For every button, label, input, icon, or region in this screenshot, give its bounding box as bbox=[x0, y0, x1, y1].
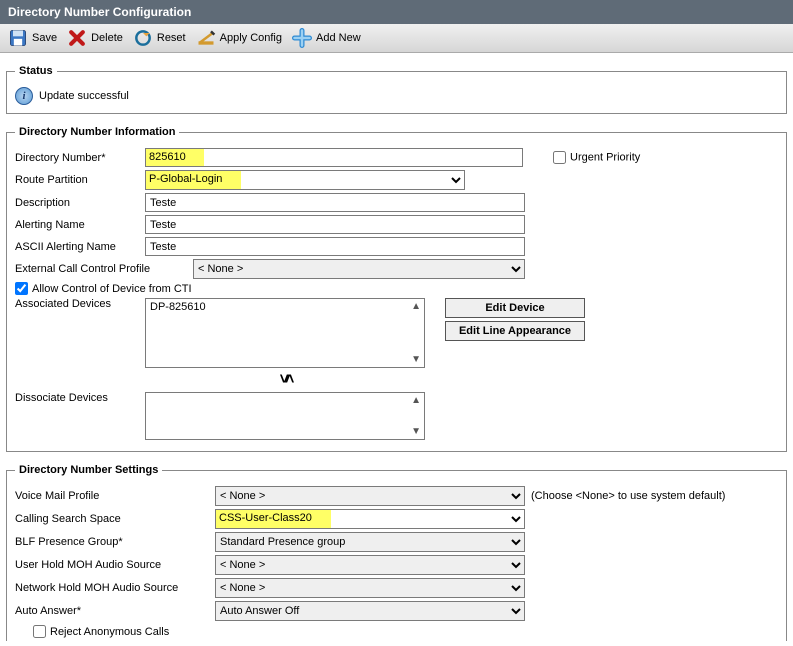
route-partition-label: Route Partition bbox=[15, 174, 145, 186]
alerting-name-input[interactable] bbox=[145, 215, 525, 234]
dissociate-devices-list[interactable]: ▲ ▼ bbox=[145, 392, 425, 440]
associated-devices-label: Associated Devices bbox=[15, 298, 145, 310]
add-new-button[interactable]: Add New bbox=[292, 28, 361, 48]
css-select[interactable] bbox=[215, 509, 525, 529]
edit-device-button[interactable]: Edit Device bbox=[445, 298, 585, 318]
edit-line-appearance-button[interactable]: Edit Line Appearance bbox=[445, 321, 585, 341]
scroll-up-icon[interactable]: ▲ bbox=[411, 395, 421, 406]
vm-profile-label: Voice Mail Profile bbox=[15, 490, 215, 502]
toolbar: Save Delete Reset Apply Config Add New bbox=[0, 24, 793, 53]
blf-select[interactable]: Standard Presence group bbox=[215, 532, 525, 552]
css-label: Calling Search Space bbox=[15, 513, 215, 525]
auto-answer-label: Auto Answer* bbox=[15, 605, 215, 617]
net-hold-select[interactable]: < None > bbox=[215, 578, 525, 598]
info-icon: i bbox=[15, 87, 33, 105]
status-legend: Status bbox=[15, 65, 57, 77]
blf-label: BLF Presence Group* bbox=[15, 536, 215, 548]
dn-settings-legend: Directory Number Settings bbox=[15, 464, 162, 476]
vm-profile-hint: (Choose <None> to use system default) bbox=[531, 490, 725, 502]
net-hold-label: Network Hold MOH Audio Source bbox=[15, 582, 215, 594]
allow-cti-label: Allow Control of Device from CTI bbox=[32, 283, 192, 295]
scroll-up-icon[interactable]: ▲ bbox=[411, 301, 421, 312]
auto-answer-select[interactable]: Auto Answer Off bbox=[215, 601, 525, 621]
apply-icon bbox=[196, 28, 216, 48]
urgent-priority-checkbox[interactable] bbox=[553, 151, 566, 164]
scroll-down-icon[interactable]: ▼ bbox=[411, 426, 421, 437]
vm-profile-select[interactable]: < None > bbox=[215, 486, 525, 506]
dn-settings-section: Directory Number Settings Voice Mail Pro… bbox=[6, 464, 787, 641]
ascii-alerting-input[interactable] bbox=[145, 237, 525, 256]
status-message: Update successful bbox=[39, 90, 129, 102]
user-hold-select[interactable]: < None > bbox=[215, 555, 525, 575]
description-input[interactable] bbox=[145, 193, 525, 212]
page-title: Directory Number Configuration bbox=[0, 0, 793, 24]
save-icon bbox=[8, 28, 28, 48]
alerting-name-label: Alerting Name bbox=[15, 219, 145, 231]
reset-icon bbox=[133, 28, 153, 48]
dissociate-devices-label: Dissociate Devices bbox=[15, 392, 145, 404]
move-arrows[interactable]: ˅˄ bbox=[145, 371, 425, 389]
reject-anonymous-checkbox[interactable] bbox=[33, 625, 46, 638]
status-section: Status i Update successful bbox=[6, 65, 787, 114]
delete-button[interactable]: Delete bbox=[67, 28, 123, 48]
reject-anonymous-label: Reject Anonymous Calls bbox=[50, 626, 169, 638]
route-partition-select[interactable] bbox=[145, 170, 465, 190]
reset-button[interactable]: Reset bbox=[133, 28, 186, 48]
allow-cti-checkbox[interactable] bbox=[15, 282, 28, 295]
associated-devices-list[interactable]: DP-825610 ▲ ▼ bbox=[145, 298, 425, 368]
dn-info-section: Directory Number Information Directory N… bbox=[6, 126, 787, 452]
delete-icon bbox=[67, 28, 87, 48]
dn-info-legend: Directory Number Information bbox=[15, 126, 179, 138]
add-icon bbox=[292, 28, 312, 48]
apply-config-button[interactable]: Apply Config bbox=[196, 28, 282, 48]
ascii-alerting-label: ASCII Alerting Name bbox=[15, 241, 145, 253]
ext-call-profile-label: External Call Control Profile bbox=[15, 263, 193, 275]
dn-label: Directory Number* bbox=[15, 152, 145, 164]
description-label: Description bbox=[15, 197, 145, 209]
user-hold-label: User Hold MOH Audio Source bbox=[15, 559, 215, 571]
scroll-down-icon[interactable]: ▼ bbox=[411, 354, 421, 365]
save-button[interactable]: Save bbox=[8, 28, 57, 48]
urgent-priority-label: Urgent Priority bbox=[570, 151, 640, 163]
ext-call-profile-select[interactable]: < None > bbox=[193, 259, 525, 279]
